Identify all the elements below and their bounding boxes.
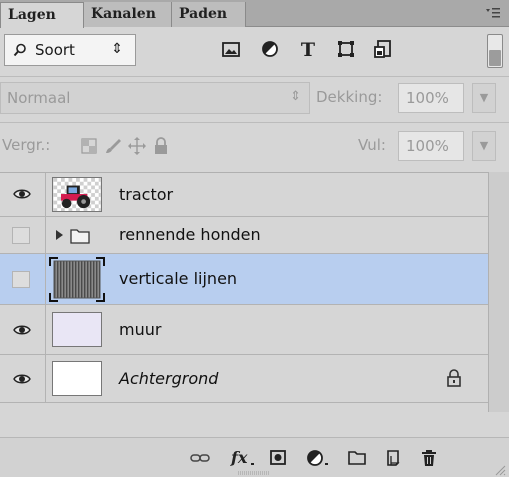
divider (0, 76, 509, 77)
fill-field[interactable]: 100% (398, 131, 464, 161)
visibility-toggle[interactable] (0, 254, 46, 304)
visibility-toggle[interactable] (0, 217, 46, 253)
layer-row-verticale-lijnen[interactable]: verticale lijnen (0, 254, 488, 305)
updown-arrows-icon: ⇕ (111, 41, 123, 57)
lock-transparency-icon[interactable] (80, 137, 98, 155)
filter-toggle-switch[interactable] (487, 34, 503, 68)
lock-label: Vergr.: (2, 136, 51, 154)
type-filter-icon[interactable]: T (297, 38, 319, 60)
tab-kanalen[interactable]: Kanalen (84, 2, 172, 27)
search-icon (13, 43, 26, 57)
visibility-off-box[interactable] (12, 227, 30, 244)
expand-triangle-icon[interactable] (54, 229, 64, 241)
divider (0, 122, 509, 123)
link-layers-icon[interactable] (190, 448, 210, 468)
layer-row-achtergrond[interactable]: Achtergrond (0, 355, 488, 403)
layer-thumbnail (52, 177, 102, 212)
folder-icon (70, 229, 90, 244)
fill-label: Vul: (358, 136, 386, 154)
layer-name[interactable]: Achtergrond (119, 369, 218, 388)
new-layer-icon[interactable] (383, 448, 403, 468)
layers-list: tractor rennende honden verticale lijnen… (0, 172, 488, 412)
layer-row-muur[interactable]: muur (0, 305, 488, 355)
blend-mode-select[interactable]: Normaal ⇕ (0, 82, 310, 114)
image-filter-icon[interactable] (220, 38, 242, 60)
panel-tab-bar: Lagen Kanalen Paden (0, 0, 509, 28)
visibility-off-box[interactable] (12, 271, 30, 288)
lock-image-icon[interactable] (104, 137, 122, 155)
smartobject-filter-icon[interactable] (372, 38, 394, 60)
opacity-field[interactable]: 100% (398, 83, 464, 113)
filter-kind-select[interactable]: Soort ⇕ (4, 34, 136, 66)
layer-row-rennende-honden[interactable]: rennende honden (0, 217, 488, 254)
filter-kind-label: Soort (35, 41, 75, 59)
shape-filter-icon[interactable] (335, 38, 357, 60)
adjustment-layer-icon[interactable] (305, 448, 331, 468)
visibility-toggle[interactable] (0, 173, 46, 216)
layer-thumbnail (49, 257, 105, 302)
tab-paden[interactable]: Paden (172, 2, 246, 27)
new-group-icon[interactable] (347, 448, 367, 468)
panel-menu-icon[interactable] (485, 6, 501, 20)
visibility-toggle[interactable] (0, 305, 46, 354)
layers-scrollbar[interactable] (488, 172, 509, 412)
layer-name[interactable]: verticale lijnen (119, 269, 237, 288)
adjustment-filter-icon[interactable] (259, 38, 281, 60)
layers-bottom-bar: fx (0, 437, 509, 477)
fill-slider-button[interactable]: ▼ (472, 131, 496, 161)
layer-row-tractor[interactable]: tractor (0, 173, 488, 217)
add-mask-icon[interactable] (268, 448, 288, 468)
eye-icon[interactable] (13, 372, 31, 386)
eye-icon[interactable] (13, 323, 31, 337)
fx-icon[interactable]: fx (230, 448, 256, 468)
eye-icon[interactable] (13, 187, 31, 201)
svg-text:fx: fx (230, 448, 248, 467)
svg-text:T: T (301, 39, 315, 60)
delete-layer-icon[interactable] (419, 448, 439, 468)
lock-icon (447, 369, 461, 387)
opacity-slider-button[interactable]: ▼ (472, 83, 496, 113)
resize-grip-icon[interactable] (494, 464, 506, 476)
updown-arrows-icon: ⇕ (290, 89, 301, 104)
layer-name[interactable]: tractor (119, 185, 173, 204)
layer-thumbnail (52, 361, 102, 396)
blend-mode-label: Normaal (7, 89, 71, 107)
lock-all-icon[interactable] (152, 137, 170, 155)
layer-thumbnail (52, 312, 102, 347)
opacity-label: Dekking: (316, 88, 383, 106)
layer-name[interactable]: muur (119, 320, 161, 339)
panel-drag-handle-icon[interactable] (238, 471, 270, 475)
tab-lagen[interactable]: Lagen (0, 2, 84, 28)
visibility-toggle[interactable] (0, 355, 46, 402)
lock-position-icon[interactable] (128, 137, 146, 155)
layer-name[interactable]: rennende honden (119, 225, 261, 244)
